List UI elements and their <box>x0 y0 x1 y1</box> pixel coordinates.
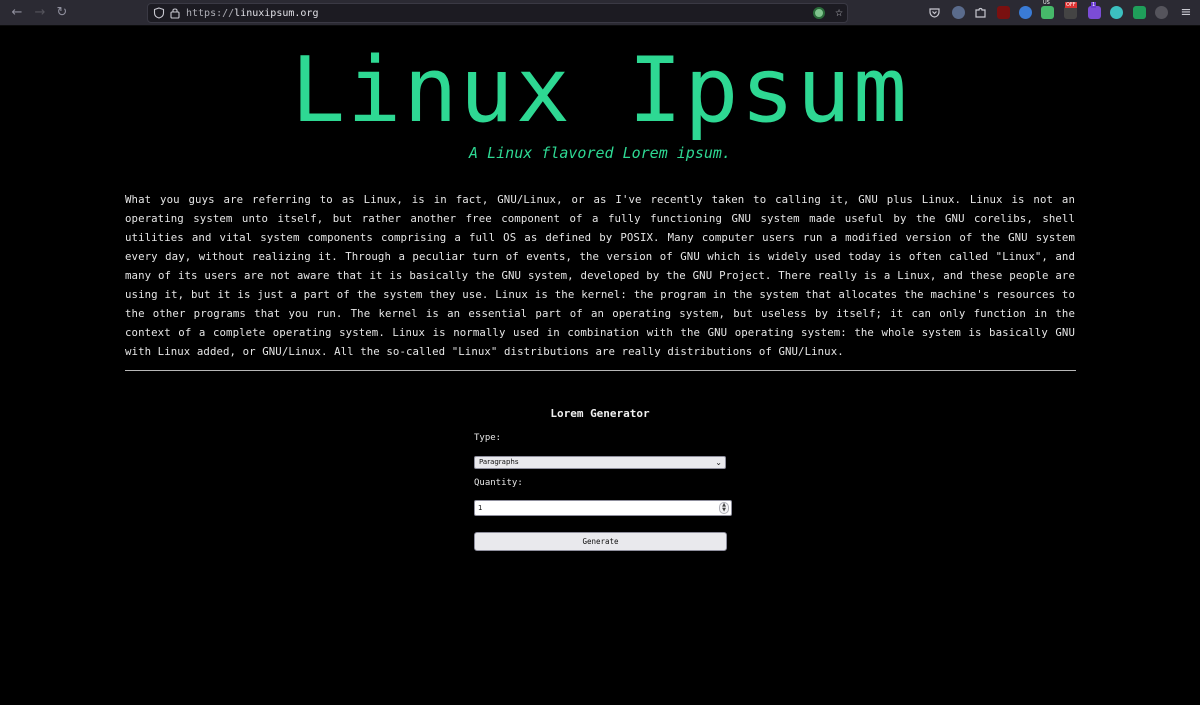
url-text[interactable]: https://linuxipsum.org <box>186 6 318 21</box>
menu-button[interactable]: ≡ <box>1177 4 1195 22</box>
lipsum-paragraph: What you guys are referring to as Linux,… <box>125 193 1075 358</box>
url-scheme: https:// <box>186 8 235 19</box>
badge-us: US <box>1043 0 1050 6</box>
account-icon[interactable] <box>952 6 965 19</box>
reader-extension-icon[interactable] <box>1019 6 1032 19</box>
reload-icon: ↻ <box>56 5 68 20</box>
pocket-icon[interactable] <box>928 6 941 19</box>
ublock-icon[interactable] <box>997 6 1010 19</box>
type-select[interactable]: Paragraphs ⌄ <box>474 456 726 469</box>
heart-extension-icon[interactable] <box>1110 6 1123 19</box>
type-label: Type: <box>474 433 502 443</box>
settings-extension-icon[interactable] <box>1155 6 1168 19</box>
back-button[interactable]: ← <box>8 4 26 22</box>
arrow-left-icon: ← <box>11 5 23 20</box>
counter-extension-icon[interactable]: 1 <box>1088 2 1101 19</box>
quantity-stepper-icon[interactable]: ▲ ▼ <box>719 502 729 514</box>
page-subtitle: A Linux flavored Lorem ipsum. <box>469 144 731 162</box>
pin-extension-icon[interactable] <box>1133 6 1146 19</box>
generator-title: Lorem Generator <box>550 407 650 420</box>
chevron-down-icon: ⌄ <box>715 458 722 467</box>
address-bar[interactable]: https://linuxipsum.org ☆ <box>147 3 848 23</box>
quantity-label: Quantity: <box>474 478 523 488</box>
hamburger-icon: ≡ <box>1180 5 1192 20</box>
url-host: linuxipsum.org <box>234 8 319 19</box>
type-select-value: Paragraphs <box>479 458 519 466</box>
arrow-right-icon: → <box>34 5 46 20</box>
page-title: Linux Ipsum <box>290 38 910 143</box>
page-content: Linux Ipsum A Linux flavored Lorem ipsum… <box>1 27 1199 705</box>
browser-toolbar: ← → ↻ https://linuxipsum.org ☆ US OFF 1 … <box>0 0 1200 26</box>
tracking-status-icon[interactable] <box>813 7 825 19</box>
star-icon[interactable]: ☆ <box>835 4 843 22</box>
forward-button[interactable]: → <box>31 4 49 22</box>
reload-button[interactable]: ↻ <box>53 4 71 22</box>
off-extension-icon[interactable]: OFF <box>1064 2 1077 19</box>
badge-off: OFF <box>1065 2 1077 8</box>
lock-icon[interactable] <box>169 7 181 19</box>
divider <box>125 370 1076 371</box>
translate-extension-icon[interactable]: US <box>1041 0 1054 19</box>
extensions-puzzle-icon[interactable] <box>974 6 987 19</box>
generate-button[interactable]: Generate <box>474 532 727 551</box>
badge-count: 1 <box>1091 2 1097 8</box>
quantity-input[interactable]: 1 ▲ ▼ <box>474 500 732 516</box>
shield-icon[interactable] <box>153 7 165 19</box>
quantity-value: 1 <box>478 504 483 512</box>
